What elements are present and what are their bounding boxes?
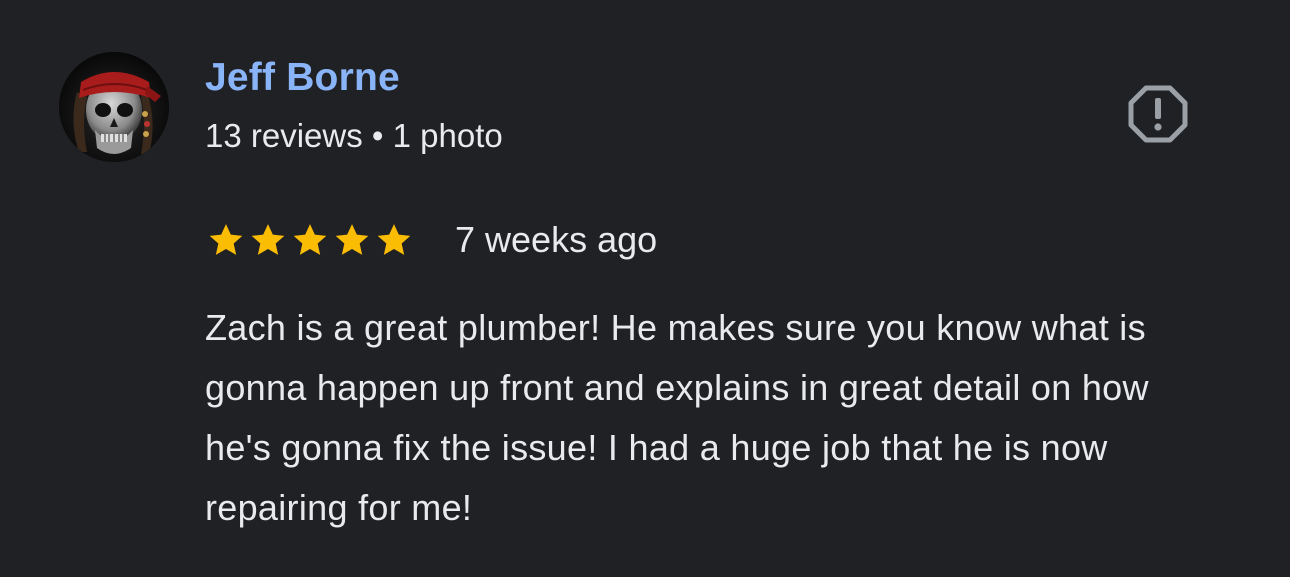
review-text: Zach is a great plumber! He makes sure y… bbox=[205, 307, 1149, 528]
star-icon bbox=[209, 224, 243, 255]
rating-row: 7 weeks ago bbox=[205, 216, 657, 264]
author-meta[interactable]: 13 reviews • 1 photo bbox=[205, 117, 503, 155]
star-icon bbox=[251, 224, 285, 255]
review-date: 7 weeks ago bbox=[455, 219, 658, 260]
star-icon bbox=[377, 224, 411, 255]
star-icon bbox=[335, 224, 369, 255]
pirate-skull-avatar bbox=[59, 52, 169, 162]
author-avatar[interactable] bbox=[59, 52, 169, 162]
star-rating bbox=[205, 220, 415, 260]
author-name[interactable]: Jeff Borne bbox=[205, 56, 400, 100]
review-card: Jeff Borne 13 reviews • 1 photo 7 weeks … bbox=[0, 0, 1290, 577]
report-flag-icon bbox=[1128, 85, 1188, 143]
report-button[interactable] bbox=[1127, 83, 1189, 145]
star-icon bbox=[293, 224, 327, 255]
